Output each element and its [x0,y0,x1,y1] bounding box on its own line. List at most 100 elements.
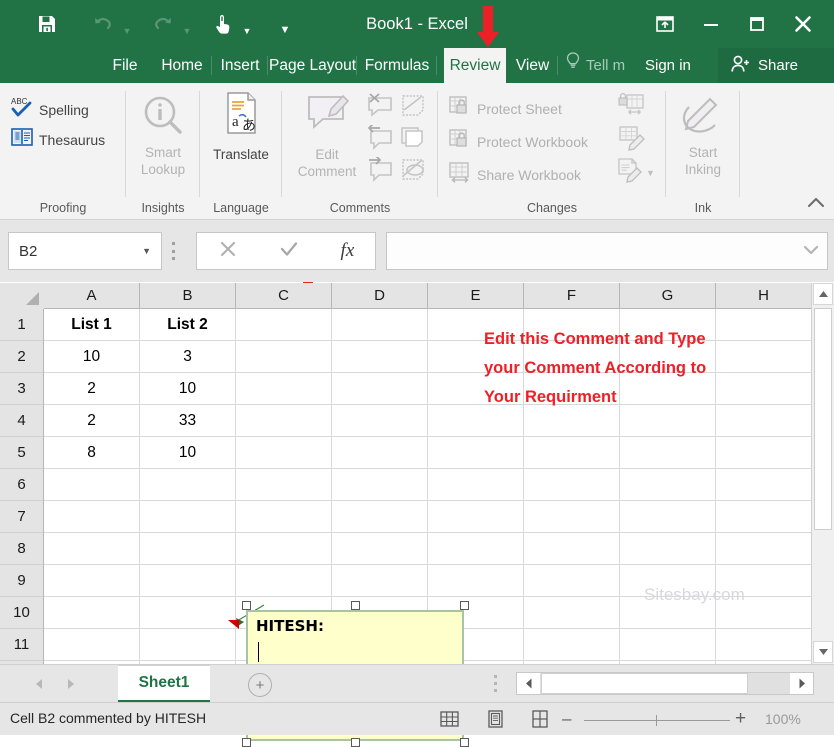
cell-C4[interactable] [236,405,332,437]
cell-E8[interactable] [428,533,524,565]
cell-F5[interactable] [524,437,620,469]
zoom-in-button[interactable]: + [735,709,746,728]
cell-C8[interactable] [236,533,332,565]
cell-H3[interactable] [716,373,812,405]
column-header-e[interactable]: E [428,283,524,309]
share-workbook-button[interactable]: Share Workbook [448,161,581,188]
worksheet-grid[interactable]: ABCDEFGH 123456789101112 List 1List 2103… [0,283,834,747]
sheet-tab-sheet1[interactable]: Sheet1 [118,665,210,702]
resize-handle-n[interactable] [351,601,360,610]
cell-D9[interactable] [332,565,428,597]
add-sheet-button[interactable]: + [248,673,272,697]
row-header-8[interactable]: 8 [0,533,44,565]
tell-me-box[interactable]: Tell m [566,48,625,83]
tab-review[interactable]: Review [444,48,506,83]
zoom-out-button[interactable]: – [562,710,571,727]
resize-handle-nw[interactable] [242,601,251,610]
column-header-b[interactable]: B [140,283,236,309]
cell-B9[interactable] [140,565,236,597]
resize-handle-sw[interactable] [242,738,251,747]
cell-E5[interactable] [428,437,524,469]
cell-G7[interactable] [620,501,716,533]
cell-C5[interactable] [236,437,332,469]
cell-B3[interactable]: 10 [140,373,236,405]
spelling-button[interactable]: ABC Spelling [10,95,89,124]
chevron-down-icon[interactable] [803,244,827,258]
scroll-left-icon[interactable] [517,673,540,694]
row-header-3[interactable]: 3 [0,373,44,405]
cell-B11[interactable] [140,629,236,661]
column-header-f[interactable]: F [524,283,620,309]
column-header-c[interactable]: C [236,283,332,309]
select-all-corner[interactable] [0,283,45,310]
cell-G5[interactable] [620,437,716,469]
resize-handle-s[interactable] [351,738,360,747]
cell-C1[interactable] [236,309,332,341]
tab-file[interactable]: File [97,48,153,83]
translate-button[interactable]: aあ Translate [202,91,280,163]
page-break-preview-icon[interactable] [529,709,551,729]
cell-F6[interactable] [524,469,620,501]
column-header-d[interactable]: D [332,283,428,309]
cell-A5[interactable]: 8 [44,437,140,469]
cell-G11[interactable] [620,629,716,661]
tab-page-layout[interactable]: Page Layout [269,48,356,83]
row-header-10[interactable]: 10 [0,597,44,629]
next-sheet-icon[interactable] [62,675,80,693]
cell-A8[interactable] [44,533,140,565]
cell-H11[interactable] [716,629,812,661]
scroll-up-icon[interactable] [813,283,833,305]
cell-B7[interactable] [140,501,236,533]
cell-D1[interactable] [332,309,428,341]
cell-F7[interactable] [524,501,620,533]
normal-view-icon[interactable] [438,709,460,729]
cell-D2[interactable] [332,341,428,373]
cell-D3[interactable] [332,373,428,405]
resize-handle-se[interactable] [460,738,469,747]
tab-home[interactable]: Home [153,48,211,83]
cell-H1[interactable] [716,309,812,341]
edit-comment-button[interactable]: Edit Comment [288,91,366,180]
cell-G6[interactable] [620,469,716,501]
cell-C7[interactable] [236,501,332,533]
row-header-7[interactable]: 7 [0,501,44,533]
cell-D5[interactable] [332,437,428,469]
formula-bar-drag-handle[interactable] [172,242,176,260]
cell-A2[interactable]: 10 [44,341,140,373]
column-header-h[interactable]: H [716,283,812,309]
cell-D6[interactable] [332,469,428,501]
sign-in-button[interactable]: Sign in [645,48,691,83]
cell-G4[interactable] [620,405,716,437]
cell-H5[interactable] [716,437,812,469]
scroll-right-icon[interactable] [790,673,813,694]
cell-H2[interactable] [716,341,812,373]
cell-B5[interactable]: 10 [140,437,236,469]
cell-G8[interactable] [620,533,716,565]
resize-handle-ne[interactable] [460,601,469,610]
row-header-1[interactable]: 1 [0,309,44,341]
row-header-9[interactable]: 9 [0,565,44,597]
zoom-slider-track[interactable] [584,720,730,721]
cell-H4[interactable] [716,405,812,437]
cell-A11[interactable] [44,629,140,661]
enter-icon[interactable] [279,239,299,264]
tab-formulas[interactable]: Formulas [358,48,436,83]
cell-F10[interactable] [524,597,620,629]
cell-C9[interactable] [236,565,332,597]
cell-B8[interactable] [140,533,236,565]
cell-E9[interactable] [428,565,524,597]
cell-A4[interactable]: 2 [44,405,140,437]
column-header-g[interactable]: G [620,283,716,309]
name-box[interactable]: B2 ▼ [8,232,162,270]
formula-input[interactable] [386,232,828,270]
cell-A10[interactable] [44,597,140,629]
row-header-2[interactable]: 2 [0,341,44,373]
cell-H8[interactable] [716,533,812,565]
cell-F11[interactable] [524,629,620,661]
cell-A7[interactable] [44,501,140,533]
protect-sheet-button[interactable]: Protect Sheet [448,95,562,122]
cell-E7[interactable] [428,501,524,533]
cell-A1[interactable]: List 1 [44,309,140,341]
cell-E6[interactable] [428,469,524,501]
row-header-5[interactable]: 5 [0,437,44,469]
